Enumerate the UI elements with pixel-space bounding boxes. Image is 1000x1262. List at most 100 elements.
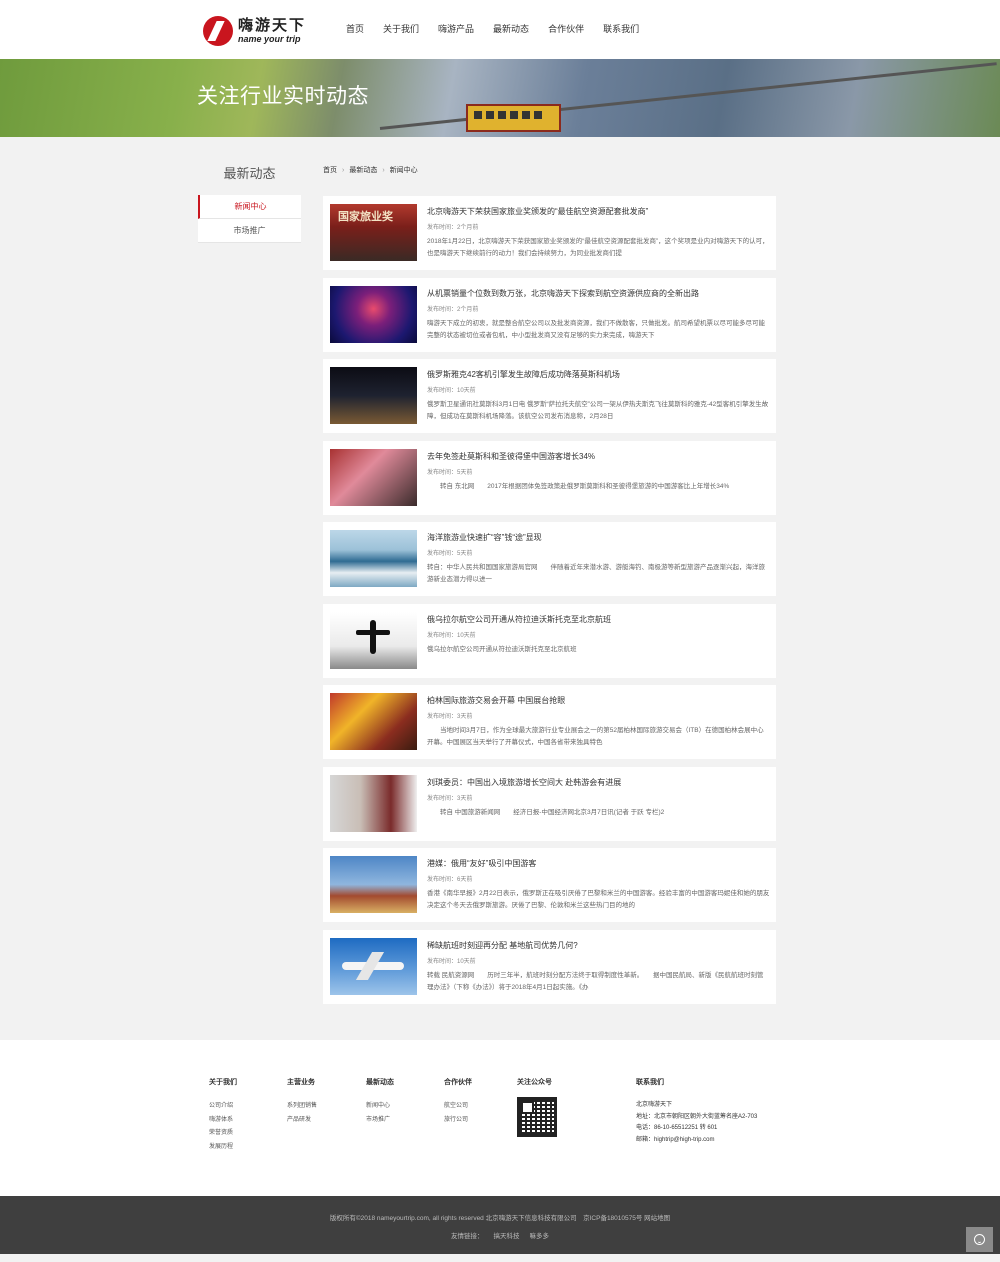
logo-en-text: name your trip	[238, 34, 301, 44]
nav-about[interactable]: 关于我们	[383, 22, 419, 36]
footer-heading: 主营业务	[287, 1079, 315, 1086]
news-summary: 转自 东北网 2017年根据团体免签政策赴俄罗斯莫斯科和圣彼得堡旅游的中国游客比…	[427, 482, 730, 490]
contact-phone: 电话：86-10-65512251 转 601	[636, 1125, 718, 1131]
nav-products[interactable]: 嗨游产品	[438, 22, 474, 36]
news-thumbnail-image[interactable]	[330, 856, 417, 913]
news-thumbnail-image[interactable]	[330, 530, 417, 587]
footer-heading: 联系我们	[636, 1079, 664, 1086]
news-summary: 2018年1月22日，北京嗨游天下荣获国家旅业奖颁发的“最佳航空资源配套批发商”…	[427, 238, 769, 257]
footer-link[interactable]: 旅行公司	[444, 1114, 472, 1128]
site-footer: 关于我们 公司介绍 嗨游体系 荣誉资质 发展历程 主营业务 系列团销售 产品研发…	[0, 1040, 1000, 1196]
contact-email[interactable]: 邮箱：hightrip@high-trip.com	[636, 1135, 757, 1147]
news-summary: 俄乌拉尔航空公司开通从符拉迪沃斯托克至北京航班	[427, 645, 577, 653]
footer-col-news: 最新动态 新闻中心 市场推广	[366, 1077, 394, 1127]
footer-link[interactable]: 发展历程	[209, 1141, 237, 1155]
sidebar-item-marketing[interactable]: 市场推广	[198, 219, 301, 243]
site-logo[interactable]: 嗨游天下 name your trip	[203, 16, 333, 46]
qr-code-icon	[517, 1097, 557, 1137]
news-title[interactable]: 去年免签赴莫斯科和圣彼得堡中国游客增长34%	[427, 451, 595, 462]
logo-cn-text: 嗨游天下	[238, 17, 307, 34]
news-item[interactable]: 刘琪委员：中国出入境旅游增长空间大 赴韩游会有进展 发布时间：3天前 转自 中国…	[323, 766, 776, 841]
nav-news[interactable]: 最新动态	[493, 22, 529, 36]
news-thumbnail-image[interactable]: 国家旅业奖	[330, 204, 417, 261]
news-title[interactable]: 海洋旅游业快速扩“容”钱“途”显现	[427, 532, 542, 543]
copyright-bar: 版权所有©2018 nameyourtrip.com, all rights r…	[0, 1196, 1000, 1254]
back-to-top-button[interactable]	[966, 1227, 993, 1252]
news-item[interactable]: 俄罗斯雅克42客机引擎发生故障后成功降落莫斯科机场 发布时间：10天前 俄罗斯卫…	[323, 359, 776, 433]
main-nav: 首页 关于我们 嗨游产品 最新动态 合作伙伴 联系我们	[346, 22, 658, 36]
news-item[interactable]: 从机票销量个位数到数万张，北京嗨游天下探索到航空资源供应商的全新出路 发布时间：…	[323, 277, 776, 352]
news-date: 发布时间：10天前	[427, 388, 476, 394]
footer-link[interactable]: 公司介绍	[209, 1100, 237, 1114]
footer-link[interactable]: 嗨游体系	[209, 1114, 237, 1128]
news-item[interactable]: 去年免签赴莫斯科和圣彼得堡中国游客增长34% 发布时间：5天前 转自 东北网 2…	[323, 440, 776, 515]
footer-heading: 关注公众号	[517, 1079, 552, 1086]
news-thumbnail-image[interactable]	[330, 774, 417, 832]
news-summary: 当地时间3月7日，作为全球最大旅游行业专业展会之一的第52届柏林国际旅游交易会（…	[427, 727, 764, 746]
footer-col-contact: 联系我们 北京嗨游天下 地址：北京市朝阳区朝外大街蓝筹名座A2-703 电话：8…	[636, 1077, 757, 1146]
news-date: 发布时间：2个月前	[427, 306, 479, 313]
news-date: 发布时间：5天前	[427, 469, 473, 476]
friend-link[interactable]: 搞天科技	[494, 1233, 520, 1240]
news-item[interactable]: 港媒：俄用“友好”吸引中国游客 发布时间：6天前 香港《南华早报》2月22日表示…	[323, 848, 776, 922]
banner-train-decoration	[466, 104, 561, 132]
footer-link[interactable]: 新闻中心	[366, 1100, 394, 1114]
chevron-right-icon: ›	[382, 166, 385, 174]
news-title[interactable]: 稀缺航班时刻迎再分配 基地航司优势几何?	[427, 940, 578, 951]
footer-link[interactable]: 市场推广	[366, 1114, 394, 1128]
news-thumbnail-image[interactable]	[330, 611, 417, 669]
news-thumbnail-image[interactable]	[330, 285, 417, 343]
news-item[interactable]: 国家旅业奖 北京嗨游天下荣获国家旅业奖颁发的“最佳航空资源配套批发商” 发布时间…	[323, 196, 776, 270]
footer-link[interactable]: 产品研发	[287, 1114, 317, 1128]
news-item[interactable]: 稀缺航班时刻迎再分配 基地航司优势几何? 发布时间：10天前 转载 民航资源网 …	[323, 929, 776, 1004]
nav-partners[interactable]: 合作伙伴	[548, 22, 584, 36]
news-title[interactable]: 柏林国际旅游交易会开幕 中国展台抢眼	[427, 695, 565, 706]
banner-title: 关注行业实时动态	[197, 85, 369, 108]
site-header: 嗨游天下 name your trip 首页 关于我们 嗨游产品 最新动态 合作…	[0, 0, 1000, 59]
news-thumbnail-image[interactable]	[330, 367, 417, 424]
news-summary: 转自 中国旅游新闻网 经济日报-中国经济网北京3月7日讯(记者 于跃 专栏)2	[427, 808, 665, 816]
contact-company: 北京嗨游天下	[636, 1102, 673, 1108]
footer-link[interactable]: 荣誉资质	[209, 1127, 237, 1141]
smile-icon	[974, 1234, 985, 1245]
footer-col-about: 关于我们 公司介绍 嗨游体系 荣誉资质 发展历程	[209, 1077, 237, 1154]
footer-heading: 最新动态	[366, 1079, 394, 1086]
friend-link[interactable]: 嘛多多	[530, 1233, 550, 1240]
news-title[interactable]: 北京嗨游天下荣获国家旅业奖颁发的“最佳航空资源配套批发商”	[427, 206, 648, 217]
news-item[interactable]: 柏林国际旅游交易会开幕 中国展台抢眼 发布时间：3天前 当地时间3月7日，作为全…	[323, 685, 776, 759]
nav-contact[interactable]: 联系我们	[603, 22, 639, 36]
news-title[interactable]: 俄乌拉尔航空公司开通从符拉迪沃斯托克至北京航班	[427, 614, 611, 625]
news-list: 国家旅业奖 北京嗨游天下荣获国家旅业奖颁发的“最佳航空资源配套批发商” 发布时间…	[323, 196, 776, 1011]
copyright-text: 版权所有©2018 nameyourtrip.com, all rights r…	[329, 1215, 671, 1222]
news-summary: 转自：中华人民共和国国家旅游局官网 伴随着近年来潜水游、游艇海钓、南极游等新型旅…	[427, 564, 765, 583]
page-banner: 关注行业实时动态	[0, 59, 1000, 137]
nav-home[interactable]: 首页	[346, 22, 364, 36]
news-date: 发布时间：2个月前	[427, 225, 479, 231]
news-date: 发布时间：10天前	[427, 958, 476, 965]
news-date: 发布时间：3天前	[427, 714, 473, 720]
sidebar-menu: 新闻中心 市场推广	[198, 195, 301, 243]
news-thumbnail-image[interactable]	[330, 448, 417, 506]
news-date: 发布时间：3天前	[427, 795, 473, 802]
news-summary: 俄罗斯卫星通讯社莫斯科3月1日电 俄罗斯“萨拉托夫航空”公司一架从伊热夫斯克飞往…	[427, 401, 769, 420]
news-title[interactable]: 港媒：俄用“友好”吸引中国游客	[427, 858, 536, 869]
news-item[interactable]: 俄乌拉尔航空公司开通从符拉迪沃斯托克至北京航班 发布时间：10天前 俄乌拉尔航空…	[323, 603, 776, 678]
contact-address: 地址：北京市朝阳区朝外大街蓝筹名座A2-703	[636, 1113, 758, 1120]
breadcrumb: 首页 › 最新动态 › 新闻中心	[323, 165, 418, 175]
footer-link[interactable]: 系列团销售	[287, 1100, 317, 1114]
news-summary: 香港《南华早报》2月22日表示，俄罗斯正在吸引厌倦了巴黎和米兰的中国游客。经验丰…	[427, 890, 770, 909]
footer-col-partners: 合作伙伴 航空公司 旅行公司	[444, 1077, 472, 1127]
breadcrumb-news[interactable]: 最新动态	[349, 165, 377, 175]
news-title[interactable]: 刘琪委员：中国出入境旅游增长空间大 赴韩游会有进展	[427, 777, 621, 788]
news-thumbnail-image[interactable]	[330, 693, 417, 750]
breadcrumb-home[interactable]: 首页	[323, 165, 337, 175]
news-thumbnail-image[interactable]	[330, 937, 417, 995]
news-title[interactable]: 从机票销量个位数到数万张，北京嗨游天下探索到航空资源供应商的全新出路	[427, 288, 699, 299]
friend-links: 友情链接： 搞天科技 嘛多多	[0, 1230, 1000, 1240]
sidebar-item-news-center[interactable]: 新闻中心	[198, 195, 301, 219]
news-title[interactable]: 俄罗斯雅克42客机引擎发生故障后成功降落莫斯科机场	[427, 369, 620, 380]
news-item[interactable]: 海洋旅游业快速扩“容”钱“途”显现 发布时间：5天前 转自：中华人民共和国国家旅…	[323, 522, 776, 596]
footer-link[interactable]: 航空公司	[444, 1100, 472, 1114]
logo-mark-icon	[203, 16, 233, 46]
footer-col-business: 主营业务 系列团销售 产品研发	[287, 1077, 317, 1127]
